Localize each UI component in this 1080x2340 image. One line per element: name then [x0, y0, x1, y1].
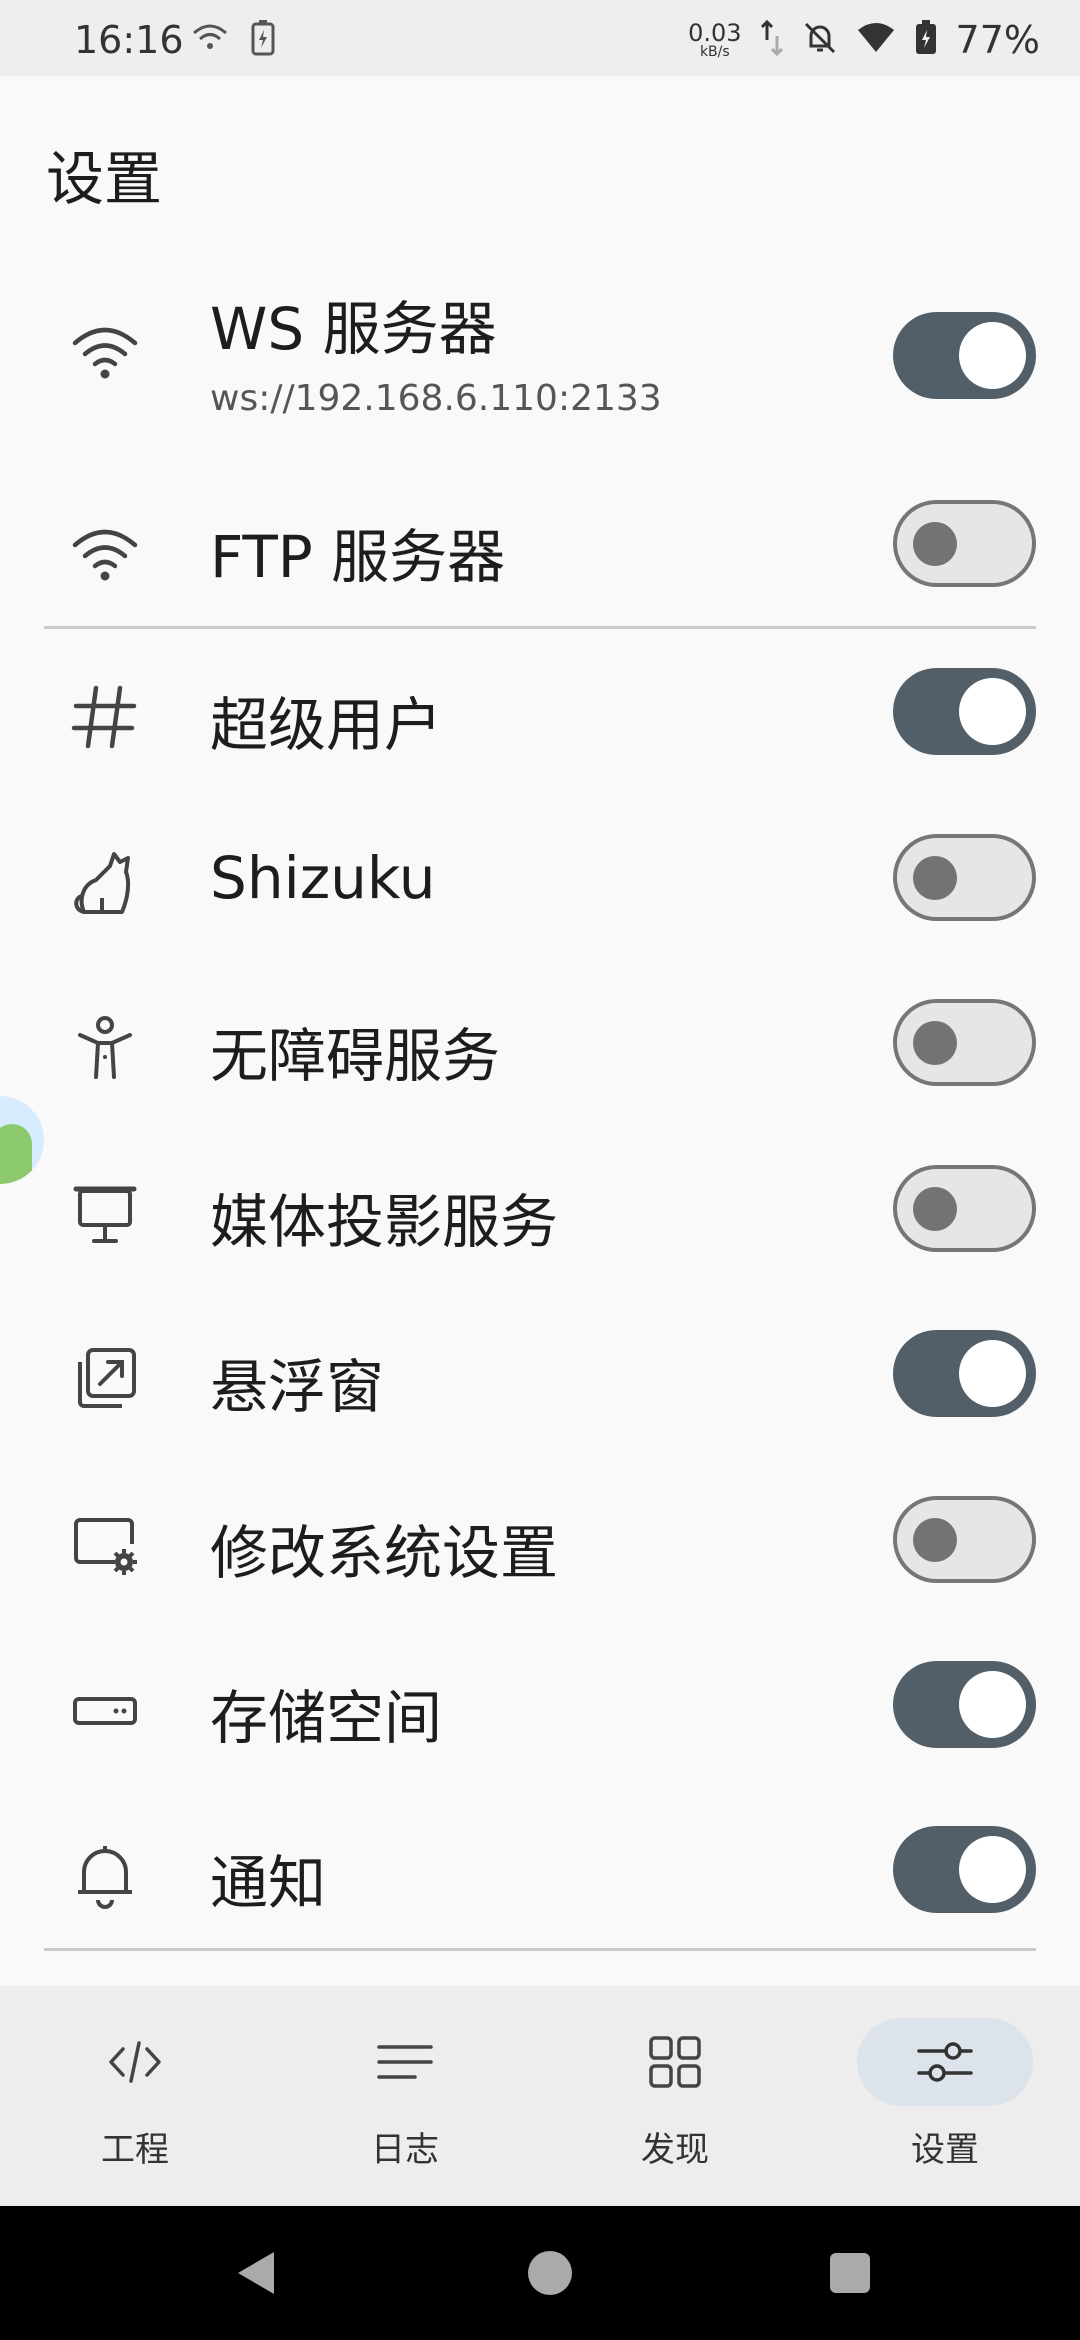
- status-bar: 16:16 0.03 kB/s 77%: [0, 0, 1080, 76]
- section-divider: [44, 626, 1036, 629]
- setting-subtitle: ws://192.168.6.110:2133: [210, 378, 662, 419]
- status-time: 16:16: [74, 18, 184, 62]
- status-right-icons: 0.03 kB/s 77%: [688, 18, 1040, 62]
- accessibility-toggle[interactable]: [893, 999, 1036, 1086]
- system-navigation-bar: [0, 2206, 1080, 2340]
- floating-bubble-figure: [0, 1124, 32, 1184]
- battery-icon: [914, 20, 938, 60]
- projector-icon: [66, 1175, 144, 1253]
- setting-ws-server[interactable]: WS 服务器 ws://192.168.6.110:2133: [0, 268, 1080, 432]
- setting-modify-system[interactable]: 修改系统设置: [0, 1494, 1080, 1604]
- net-speed-unit: kB/s: [699, 44, 730, 60]
- setting-label: 存储空间: [210, 1684, 443, 1752]
- nav-item-log[interactable]: 日志: [270, 1986, 540, 2206]
- toggle-knob: [913, 856, 957, 900]
- setting-superuser[interactable]: 超级用户: [0, 666, 1080, 776]
- setting-label: 悬浮窗: [210, 1353, 385, 1421]
- nav-item-project[interactable]: 工程: [0, 1986, 270, 2206]
- hash-icon: [66, 678, 144, 756]
- ftp-server-toggle[interactable]: [893, 500, 1036, 587]
- bell-icon: [66, 1836, 144, 1914]
- notifications-off-icon: [802, 20, 838, 60]
- notifications-toggle[interactable]: [893, 1826, 1036, 1913]
- nav-label: 工程: [101, 2130, 169, 2170]
- superuser-toggle[interactable]: [893, 668, 1036, 755]
- status-left-icons: [190, 20, 276, 60]
- nav-item-settings[interactable]: 设置: [810, 1986, 1080, 2206]
- cat-icon: [66, 844, 144, 922]
- storage-icon: [66, 1671, 144, 1749]
- wifi-icon: [66, 514, 144, 592]
- setting-label: 无障碍服务: [210, 1022, 501, 1090]
- setting-ftp-server[interactable]: FTP 服务器: [0, 498, 1080, 608]
- media-projection-toggle[interactable]: [893, 1165, 1036, 1252]
- setting-label: 超级用户: [210, 691, 443, 759]
- list-icon: [317, 2018, 493, 2106]
- ws-server-toggle[interactable]: [893, 312, 1036, 399]
- net-speed: 0.03 kB/s: [688, 21, 741, 59]
- setting-label: WS 服务器: [210, 295, 497, 363]
- setting-label: FTP 服务器: [210, 523, 506, 591]
- home-button[interactable]: [510, 2206, 590, 2340]
- battery-charging-small-icon: [250, 20, 276, 60]
- nav-label: 日志: [371, 2130, 439, 2170]
- shizuku-toggle[interactable]: [893, 834, 1036, 921]
- toggle-knob: [959, 678, 1026, 745]
- battery-percent: 77%: [955, 18, 1040, 62]
- setting-label: 修改系统设置: [210, 1519, 559, 1587]
- nav-label: 设置: [911, 2130, 979, 2170]
- wifi-icon: [66, 312, 144, 390]
- setting-floating-window[interactable]: 悬浮窗: [0, 1328, 1080, 1438]
- toggle-knob: [959, 1836, 1026, 1903]
- modify-settings-toggle[interactable]: [893, 1496, 1036, 1583]
- toggle-knob: [913, 522, 957, 566]
- setting-accessibility[interactable]: 无障碍服务: [0, 997, 1080, 1107]
- toggle-knob: [913, 1518, 957, 1562]
- toggle-knob: [913, 1021, 957, 1065]
- setting-label: Shizuku: [210, 844, 436, 912]
- setting-storage[interactable]: 存储空间: [0, 1659, 1080, 1769]
- bottom-navigation: 工程 日志 发现 设置: [0, 1986, 1080, 2206]
- net-speed-value: 0.03: [688, 19, 742, 47]
- setting-media-projection[interactable]: 媒体投影服务: [0, 1163, 1080, 1273]
- setting-notifications[interactable]: 通知: [0, 1824, 1080, 1934]
- back-button[interactable]: [215, 2206, 295, 2340]
- setting-shizuku[interactable]: Shizuku: [0, 832, 1080, 942]
- setting-label: 通知: [210, 1849, 327, 1917]
- page-title: 设置: [46, 145, 163, 213]
- data-arrows-icon: [760, 18, 784, 62]
- accessibility-icon: [66, 1009, 144, 1087]
- floating-window-icon: [66, 1340, 144, 1418]
- wifi-status-icon: [190, 23, 230, 57]
- code-icon: [47, 2018, 223, 2106]
- toggle-knob: [959, 1671, 1026, 1738]
- grid-icon: [587, 2018, 763, 2106]
- nav-label: 发现: [641, 2130, 709, 2170]
- toggle-knob: [959, 1340, 1026, 1407]
- storage-toggle[interactable]: [893, 1661, 1036, 1748]
- sliders-icon: [857, 2018, 1033, 2106]
- screen-gear-icon: [66, 1506, 144, 1584]
- nav-item-discover[interactable]: 发现: [540, 1986, 810, 2206]
- toggle-knob: [959, 322, 1026, 389]
- toggle-knob: [913, 1187, 957, 1231]
- recents-button[interactable]: [810, 2206, 890, 2340]
- section-divider: [44, 1948, 1036, 1951]
- floating-window-toggle[interactable]: [893, 1330, 1036, 1417]
- setting-label: 媒体投影服务: [210, 1188, 559, 1256]
- wifi-signal-icon: [856, 22, 896, 58]
